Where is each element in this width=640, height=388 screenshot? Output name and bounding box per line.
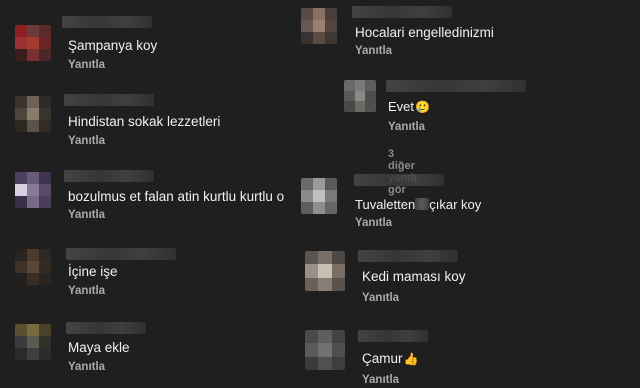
username-blurred[interactable] [66, 322, 146, 334]
emoji-icon: 🥲 [415, 100, 430, 114]
username-blurred[interactable] [352, 6, 452, 18]
censored-word [415, 198, 430, 210]
username-blurred[interactable] [64, 170, 154, 182]
reply-button[interactable]: Yanıtla [362, 374, 399, 386]
reply-button[interactable]: Yanıtla [68, 135, 105, 147]
username-blurred[interactable] [386, 80, 526, 92]
username-blurred[interactable] [64, 94, 154, 106]
emoji-icon: 👍 [403, 352, 419, 366]
avatar[interactable] [15, 249, 51, 285]
view-more-replies-link[interactable]: 3 diğer yanıtı gör [388, 148, 417, 196]
avatar[interactable] [15, 172, 51, 208]
avatar[interactable] [15, 25, 51, 61]
comment-text: Tuvaletten çıkar koy [355, 197, 482, 212]
reply-button[interactable]: Yanıtla [362, 292, 399, 304]
comment-text: Şampanya koy [68, 38, 158, 53]
username-blurred[interactable] [62, 16, 152, 28]
comment-text-main: Evet [388, 99, 415, 114]
avatar[interactable] [15, 96, 51, 132]
reply-button[interactable]: Yanıtla [68, 285, 105, 297]
comment-text: Kedi maması koy [362, 269, 466, 284]
avatar[interactable] [15, 324, 51, 360]
comment-text: Çamur👍 [362, 351, 418, 366]
reply-button[interactable]: Yanıtla [355, 45, 392, 57]
avatar[interactable] [301, 178, 337, 214]
comment-text: Hindistan sokak lezzetleri [68, 114, 221, 129]
reply-button[interactable]: Yanıtla [388, 121, 425, 133]
reply-button[interactable]: Yanıtla [68, 209, 105, 221]
comment-text-main: Çamur [362, 351, 403, 366]
avatar[interactable] [301, 8, 337, 44]
username-blurred[interactable] [358, 250, 458, 262]
username-blurred[interactable] [354, 174, 444, 186]
avatar[interactable] [305, 330, 345, 370]
username-blurred[interactable] [66, 248, 176, 260]
avatar[interactable] [305, 251, 345, 291]
avatar[interactable] [344, 80, 376, 112]
comment-text: İçine işe [68, 264, 118, 279]
reply-button[interactable]: Yanıtla [355, 217, 392, 229]
comment-text: Hocalari engelledinizmi [355, 25, 494, 40]
username-blurred[interactable] [358, 330, 428, 342]
reply-button[interactable]: Yanıtla [68, 361, 105, 373]
reply-button[interactable]: Yanıtla [68, 59, 105, 71]
comment-text: Maya ekle [68, 340, 130, 355]
comment-text: Evet🥲 [388, 99, 430, 114]
comment-text: bozulmus et falan atin kurtlu kurtlu o [68, 189, 285, 204]
